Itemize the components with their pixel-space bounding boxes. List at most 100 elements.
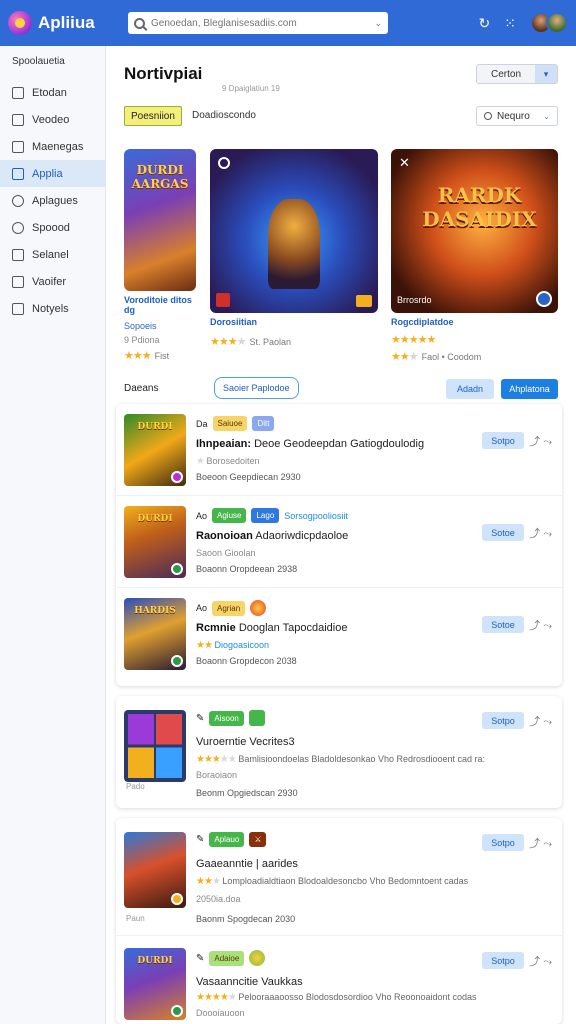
filter-label: Nequro	[497, 110, 530, 122]
star-rating: ★★★	[391, 351, 419, 363]
secondary-button[interactable]: Adadn	[446, 379, 494, 399]
featured-image[interactable]	[210, 149, 378, 313]
tag[interactable]: Agiuse	[212, 508, 247, 523]
sidebar-item-calendar[interactable]: Maenegas	[0, 133, 105, 160]
list-item[interactable]: DURDI Ao Agiuse Lago Sorsogpooliosiit Ra…	[116, 496, 562, 588]
grid-icon[interactable]: ⁙	[504, 15, 516, 32]
primary-button[interactable]: Ahplatona	[501, 379, 558, 399]
sidebar-item-image[interactable]: Vaoifer	[0, 268, 105, 295]
sidebar-item-settings[interactable]: Selanel	[0, 241, 105, 268]
featured-rating: ★★★★ St. Paolan	[210, 335, 378, 348]
app-title-bold: Ihnpeaian:	[196, 438, 252, 450]
app-icon	[248, 710, 265, 726]
action-button[interactable]: Sotpo	[482, 432, 524, 449]
search-bar[interactable]: ⌄	[128, 12, 388, 34]
sidebar-item-globe[interactable]: Aplagues	[0, 187, 105, 214]
tag-link[interactable]: Sorsogpooliosiit	[284, 508, 348, 523]
chevron-down-icon[interactable]: ⌄	[374, 18, 382, 29]
app-thumbnail[interactable]	[124, 710, 186, 782]
search-input[interactable]	[151, 17, 369, 29]
sidebar-item-apps[interactable]: Applia	[0, 160, 105, 187]
tag[interactable]: Saiuoe	[212, 416, 248, 431]
app-description-text: Bamlisioondoelas Bladoldesonkao Vho Redr…	[238, 754, 486, 764]
app-thumbnail[interactable]: DURDI	[124, 506, 186, 578]
video-icon	[12, 113, 24, 126]
chevron-down-icon[interactable]: ▾	[535, 65, 557, 83]
app-title-bold: Raonoioan	[196, 530, 253, 542]
app-title-rest: Deoe Geodeepdan Gatiogdoulodig	[254, 438, 425, 450]
account-avatars[interactable]	[530, 12, 568, 34]
list-item[interactable]: Paun ✎ Aplauo ⚔ Gaaeanntie | aarides ★★★…	[116, 818, 562, 936]
featured-card[interactable]: Dorosiitian ★★★★ St. Paolan	[210, 149, 378, 348]
sort-dropdown[interactable]: Certon ▾	[476, 64, 558, 84]
chevron-down-icon: ⌄	[543, 111, 550, 121]
app-logo[interactable]: Apliiua	[8, 11, 116, 35]
sidebar-item-label: Vaoifer	[32, 275, 67, 288]
action-button[interactable]: Sotpo	[482, 834, 524, 851]
close-icon[interactable]: ✕	[399, 155, 410, 171]
list-item[interactable]: DURDI ✎ Adaioe Vasaanncitie Vaukkas ★★★★…	[116, 936, 562, 1024]
action-button[interactable]: Sotoe	[482, 524, 524, 541]
sidebar-item-video[interactable]: Veodeo	[0, 106, 105, 133]
featured-caption[interactable]: Dorosiitian	[210, 317, 378, 327]
app-title[interactable]: Vuroerntie Vecrites3	[196, 736, 295, 748]
share-icon[interactable]: ⤴ ⤳	[529, 713, 552, 729]
list-item[interactable]: Pado ✎ Aisoon Vuroerntie Vecrites3 ★★★★★…	[116, 696, 562, 808]
search-icon	[134, 17, 145, 29]
sidebar-item-home[interactable]: Etodan	[0, 79, 105, 106]
star-rating: ★★★★★	[196, 992, 237, 1003]
sidebar-item-list[interactable]: Notyels	[0, 295, 105, 322]
featured-caption[interactable]: Rogcdiplatdoe	[391, 317, 558, 327]
apps-icon	[12, 167, 24, 180]
share-icon[interactable]: ⤴ ⤳	[529, 525, 552, 541]
app-title[interactable]: Gaaeanntie | aarides	[196, 858, 298, 870]
app-thumbnail[interactable]: DURDI	[124, 948, 186, 1020]
app-icon: ⚔	[249, 832, 267, 847]
tag[interactable]: Agrian	[212, 600, 246, 616]
filter-dropdown[interactable]: Nequro ⌄	[476, 106, 558, 126]
tag[interactable]: Lago	[251, 508, 280, 523]
tag[interactable]: Ditt	[252, 416, 275, 431]
star-rating: ★★★	[196, 876, 221, 887]
share-icon[interactable]: ⤴ ⤳	[529, 835, 552, 851]
list-item[interactable]: HARDIS Ao Agrian Rcmnie Dooglan Tapocdai…	[116, 588, 562, 680]
action-button[interactable]: Sotoe	[482, 616, 524, 633]
tag-label: Ao	[196, 603, 208, 613]
filter-chip[interactable]: Poesniion	[124, 106, 182, 126]
list-item[interactable]: DURDI Da Saiuoe Ditt Ihnpeaian: Deoe Geo…	[116, 404, 562, 496]
play-icon[interactable]	[218, 157, 230, 169]
app-description: ★★★ Lomploadialdtiaon Blodoaldesoncbo Vh…	[196, 876, 468, 887]
featured-image[interactable]: DURDI AARGAS	[124, 149, 196, 291]
section-pill-button[interactable]: Saoier Paplodoe	[214, 377, 299, 399]
app-title[interactable]: Vasaanncitie Vaukkas	[196, 976, 303, 988]
app-title[interactable]: Raonoioan Adaoriwdicpdaoloe	[196, 530, 348, 542]
app-thumbnail[interactable]	[124, 832, 186, 908]
tag[interactable]: Aplauo	[209, 832, 245, 847]
action-button[interactable]: Sotpo	[482, 952, 524, 969]
share-icon[interactable]: ⤴ ⤳	[529, 617, 552, 633]
logo-icon	[8, 11, 32, 35]
sidebar-item-circle[interactable]: Spoood	[0, 214, 105, 241]
refresh-icon[interactable]: ↻	[479, 15, 491, 32]
featured-card[interactable]: DURDI AARGAS Voroditoie ditos dg Sopoeis…	[124, 149, 196, 362]
share-icon[interactable]: ⤴ ⤳	[529, 433, 552, 449]
share-icon[interactable]: ⤴ ⤳	[529, 953, 552, 969]
featured-image[interactable]: ✕ RARDK DASAIDIX Brrosrdo	[391, 149, 558, 313]
settings-icon	[12, 248, 24, 261]
featured-card[interactable]: ✕ RARDK DASAIDIX Brrosrdo Rogcdiplatdoe …	[391, 149, 558, 363]
app-title[interactable]: Rcmnie Dooglan Tapocdaidioe	[196, 622, 347, 634]
sort-label: Certon	[490, 68, 521, 80]
tag[interactable]: Aisoon	[209, 710, 244, 726]
app-title-rest: Dooglan Tapocdaidioe	[238, 622, 348, 634]
action-button[interactable]: Sotpo	[482, 712, 524, 729]
app-title[interactable]: Ihnpeaian: Deoe Geodeepdan Gatiogdoulodi…	[196, 438, 424, 450]
sidebar-item-label: Notyels	[32, 302, 69, 315]
avatar[interactable]	[546, 12, 568, 34]
puzzle-grid-icon	[128, 714, 182, 778]
tag[interactable]: Adaioe	[209, 950, 245, 966]
pencil-icon: ✎	[196, 834, 205, 845]
featured-caption[interactable]: Voroditoie ditos dg	[124, 295, 196, 315]
app-thumbnail[interactable]: HARDIS	[124, 598, 186, 670]
app-thumbnail[interactable]: DURDI	[124, 414, 186, 486]
app-footer: Beonm Opgiedscan 2930	[196, 788, 298, 798]
